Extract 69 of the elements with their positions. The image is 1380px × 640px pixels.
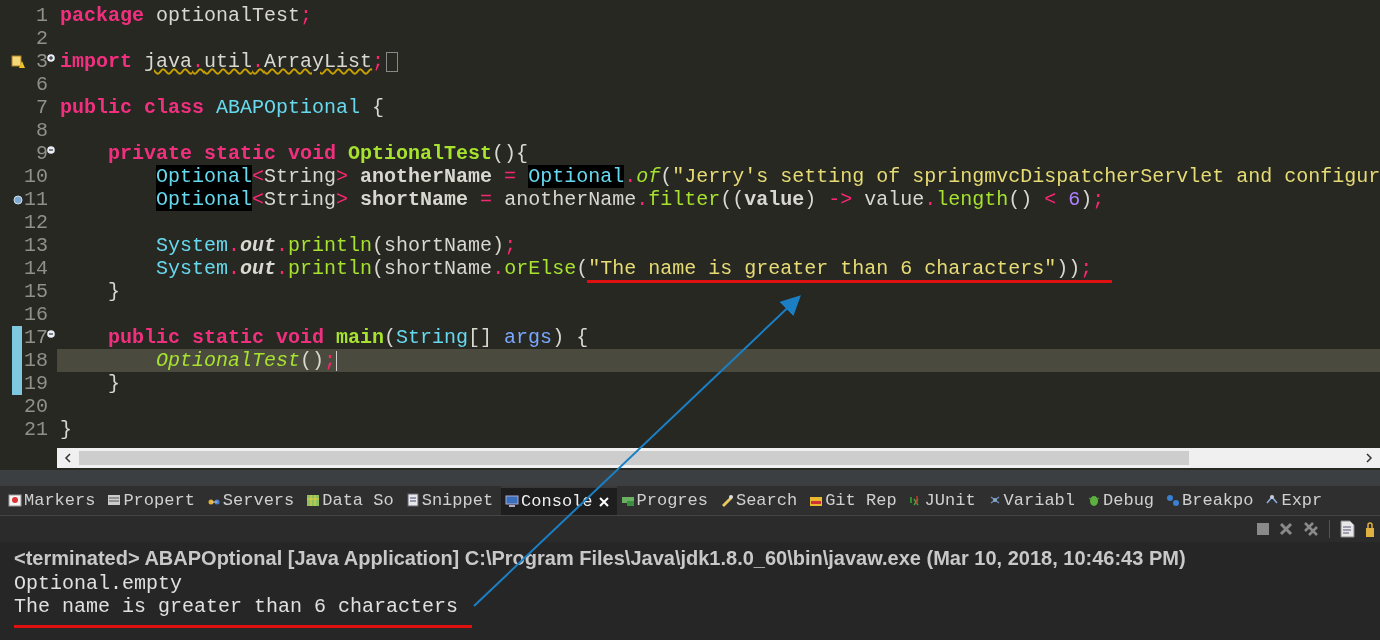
fold-toggle-icon[interactable] bbox=[47, 330, 55, 338]
code-line: public class ABAPOptional { bbox=[60, 96, 385, 119]
folded-code-icon[interactable] bbox=[386, 51, 399, 72]
view-tab[interactable]: Snippet bbox=[401, 486, 502, 515]
fold-toggle-icon[interactable] bbox=[47, 54, 55, 62]
view-icon bbox=[1166, 493, 1181, 508]
view-icon bbox=[1087, 493, 1102, 508]
remove-all-icon[interactable] bbox=[1303, 521, 1319, 537]
view-tab[interactable]: Git Rep bbox=[805, 486, 905, 515]
line-number: 21 bbox=[24, 418, 48, 441]
view-icon bbox=[405, 493, 420, 508]
text-cursor bbox=[336, 350, 338, 371]
close-icon[interactable] bbox=[598, 496, 609, 507]
line-number: 8 bbox=[36, 119, 48, 142]
line-number: 9 bbox=[36, 142, 48, 165]
view-tab[interactable]: Progres bbox=[616, 486, 716, 515]
view-tab[interactable]: Breakpo bbox=[1162, 486, 1262, 515]
view-tab[interactable]: Variabl bbox=[983, 486, 1084, 515]
code-line: public static void main(String[] args) { bbox=[107, 326, 589, 349]
view-tab[interactable]: Expr bbox=[1261, 486, 1331, 515]
chevron-right-icon bbox=[1365, 453, 1373, 463]
code-line: OptionalTest(); bbox=[155, 349, 337, 372]
console-output-line: The name is greater than 6 characters bbox=[14, 595, 459, 618]
code-line: System.out.println(shortName.orElse("The name is greater than 6 characters")); bbox=[155, 257, 1093, 280]
line-number: 11 bbox=[24, 188, 48, 211]
console-output-line: Optional.empty bbox=[14, 572, 183, 595]
view-tab[interactable]: JUnit bbox=[904, 486, 984, 515]
line-number: 12 bbox=[24, 211, 48, 234]
code-line: } bbox=[60, 418, 72, 441]
line-number: 7 bbox=[36, 96, 48, 119]
line-number: 19 bbox=[24, 372, 48, 395]
view-tab[interactable]: Data So bbox=[302, 486, 402, 515]
warning-icon[interactable] bbox=[11, 55, 25, 69]
line-number: 14 bbox=[24, 257, 48, 280]
marker-dot-icon[interactable] bbox=[13, 195, 23, 205]
code-line: } bbox=[107, 372, 120, 395]
fold-toggle-icon[interactable] bbox=[47, 146, 55, 154]
chevron-left-icon bbox=[64, 453, 72, 463]
line-number: 13 bbox=[24, 234, 48, 257]
line-number: 20 bbox=[24, 395, 48, 418]
line-number: 17 bbox=[24, 326, 48, 349]
line-number: 3 bbox=[36, 50, 48, 73]
code-line: Optional<String> anotherName = Optional.of("Jerry's setting of springmvcDispatcherServlet and configur bbox=[155, 165, 1380, 188]
line-number: 16 bbox=[24, 303, 48, 326]
code-line: System.out.println(shortName); bbox=[155, 234, 517, 257]
line-number: 18 bbox=[24, 349, 48, 372]
line-number: 10 bbox=[24, 165, 48, 188]
view-tab[interactable]: Servers bbox=[202, 486, 303, 515]
view-tab[interactable]: Search bbox=[715, 486, 806, 515]
view-tab[interactable]: Propert bbox=[103, 486, 203, 515]
view-icon bbox=[107, 493, 122, 508]
line-number: 1 bbox=[36, 4, 48, 27]
line-number: 6 bbox=[36, 73, 48, 96]
line-number: 2 bbox=[36, 27, 48, 50]
scrollbar-thumb[interactable] bbox=[79, 451, 1189, 465]
document-icon[interactable] bbox=[1340, 520, 1356, 538]
line-number: 15 bbox=[24, 280, 48, 303]
code-line: import java.util.ArrayList; bbox=[60, 50, 385, 73]
view-tab[interactable]: Markers bbox=[4, 486, 104, 515]
code-line: Optional<String> shortName = anotherName.filter((value) -> value.length() < 6); bbox=[155, 188, 1105, 211]
view-icon bbox=[505, 494, 520, 509]
remove-icon[interactable] bbox=[1279, 522, 1293, 536]
code-line: } bbox=[107, 280, 120, 303]
view-icon bbox=[306, 493, 321, 508]
code-line: private static void OptionalTest(){ bbox=[107, 142, 529, 165]
view-tab[interactable]: Debug bbox=[1083, 486, 1163, 515]
lock-icon[interactable] bbox=[1366, 521, 1374, 537]
view-icon bbox=[8, 493, 22, 508]
code-line: package optionalTest; bbox=[60, 4, 313, 27]
